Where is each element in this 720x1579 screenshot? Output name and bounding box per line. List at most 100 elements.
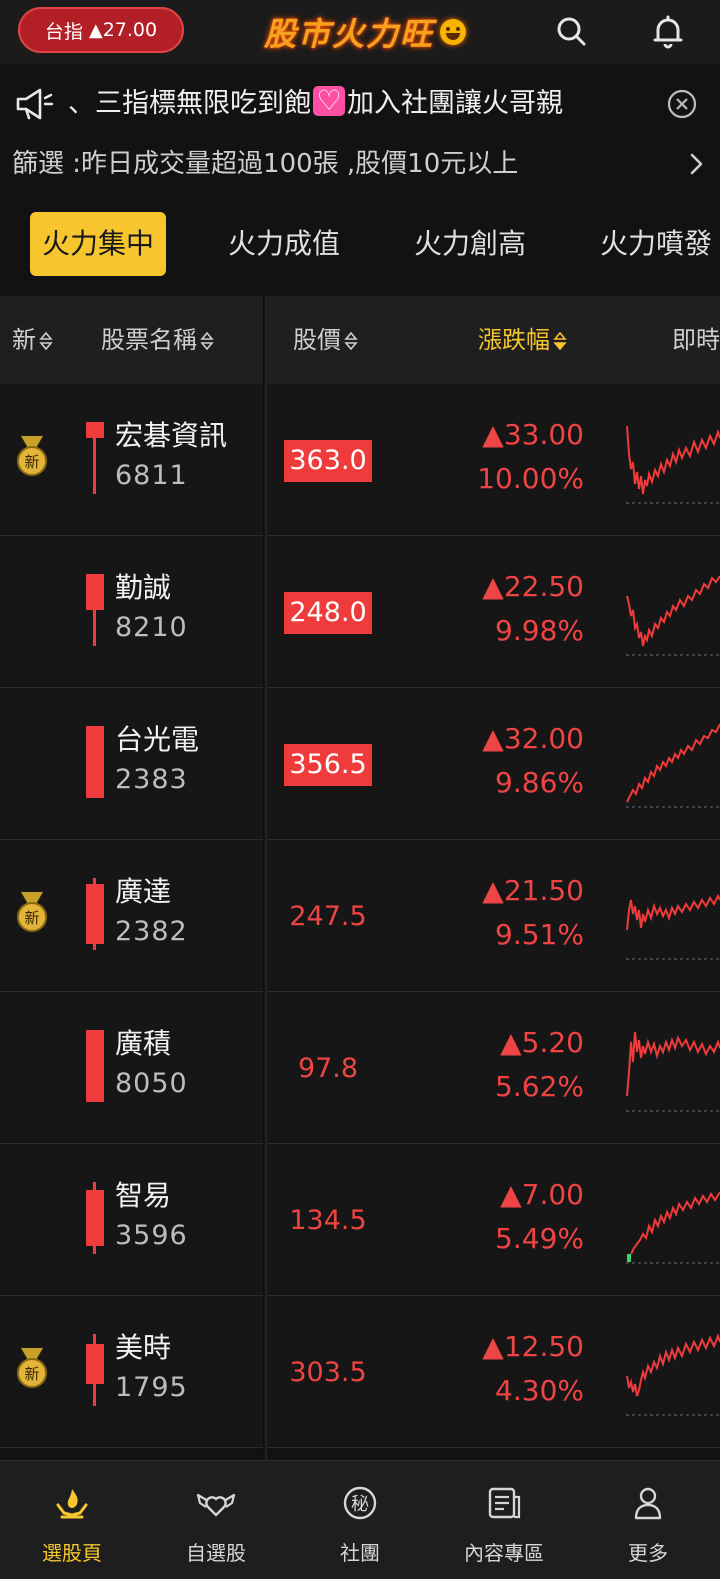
candle-icon: [84, 1334, 106, 1406]
tab-firepower-value[interactable]: 火力成值: [228, 212, 340, 276]
candle-icon: [84, 1182, 106, 1254]
stock-change: ▲5.20: [500, 1026, 584, 1059]
intraday-sparkline: [626, 1031, 720, 1112]
table-row[interactable]: 廣積 8050 97.8 ▲5.20 5.62%: [0, 992, 720, 1144]
stock-name: 勤誠: [115, 571, 172, 604]
secret-badge-glyph: 秘: [351, 1494, 369, 1515]
secret-badge-icon: 秘: [343, 1486, 377, 1520]
index-pill[interactable]: 台指 ▲27.00: [18, 7, 184, 53]
table-row[interactable]: 台光電 2383 356.5 ▲32.00 9.86%: [0, 688, 720, 840]
filter-text: 篩選 :昨日成交量超過100張 ,股價10元以上: [12, 149, 519, 179]
nav-stock-picker[interactable]: 選股頁: [0, 1461, 144, 1579]
stock-price: 247.5: [289, 901, 367, 932]
sort-icon: [39, 331, 53, 351]
table-row[interactable]: 新 宏碁資訊 6811 363.0 ▲33.00 10.00%: [0, 384, 720, 536]
nav-watchlist[interactable]: 自選股: [144, 1461, 288, 1579]
header-change[interactable]: 漲跌幅: [478, 296, 567, 384]
index-change: ▲27.00: [89, 19, 157, 41]
table-header: 新 股票名稱 股價 漲跌幅 即時: [0, 296, 720, 384]
header-realtime[interactable]: 即時: [672, 296, 720, 384]
announcement-bar[interactable]: 、三指標無限吃到飽 加入社團讓火哥親: [0, 74, 720, 136]
stock-code: 3596: [115, 1220, 188, 1251]
intraday-sparkline: [626, 575, 720, 656]
stock-change: ▲32.00: [482, 722, 584, 755]
intraday-sparkline: [626, 1191, 720, 1264]
new-medal-icon: 新: [17, 436, 47, 476]
header-new[interactable]: 新: [12, 296, 53, 384]
flame-hands-icon: [56, 1489, 88, 1519]
new-medal-text: 新: [24, 1365, 39, 1383]
stock-code: 2382: [115, 916, 188, 947]
up-triangle-icon: ▲: [88, 20, 103, 41]
nav-more[interactable]: 更多: [576, 1461, 720, 1579]
stock-change-pct: 5.62%: [495, 1070, 584, 1103]
stock-price: 134.5: [289, 1205, 367, 1236]
stock-change-pct: 9.51%: [495, 918, 584, 951]
tab-firepower-high[interactable]: 火力創高: [414, 212, 526, 276]
nav-content[interactable]: 內容專區: [432, 1461, 576, 1579]
stock-code: 1795: [115, 1372, 188, 1403]
intraday-sparkline: [626, 723, 720, 808]
announcement-text-end: 加入社團讓火哥親: [347, 88, 563, 119]
stock-name: 智易: [115, 1179, 172, 1212]
tab-firepower-burst[interactable]: 火力噴發: [600, 212, 712, 276]
stock-price: 97.8: [297, 1053, 359, 1084]
sort-desc-icon: [553, 331, 567, 351]
table-row[interactable]: 新 廣達 2382 247.5 ▲21.50 9.51%: [0, 840, 720, 992]
stock-name: 廣達: [115, 875, 172, 908]
person-icon: [634, 1487, 662, 1520]
index-label: 台指: [44, 20, 83, 43]
new-medal-icon: 新: [17, 892, 47, 932]
header-name-label: 股票名稱: [101, 326, 197, 354]
stock-change: ▲7.00: [500, 1178, 584, 1211]
stock-price: 248.0: [284, 592, 372, 634]
header-price[interactable]: 股價: [293, 296, 358, 384]
heart-icon: [313, 84, 345, 121]
bell-icon[interactable]: [648, 12, 688, 52]
sort-icon: [344, 331, 358, 351]
tab-firepower-focus[interactable]: 火力集中: [30, 212, 167, 276]
stock-code: 6811: [115, 460, 188, 491]
stock-code: 2383: [115, 764, 188, 795]
candle-icon: [84, 422, 106, 494]
app-root: 台指 ▲27.00 股市火力旺 、三指標無限吃到飽 加入社團讓火哥親: [0, 0, 720, 1579]
frozen-column-divider: [263, 296, 267, 1460]
stock-change: ▲21.50: [482, 874, 584, 907]
candle-icon: [84, 726, 106, 798]
header-name[interactable]: 股票名稱: [101, 296, 214, 384]
nav-label: 內容專區: [464, 1541, 544, 1565]
stock-price: 363.0: [284, 440, 372, 482]
nav-community[interactable]: 秘 社團: [288, 1461, 432, 1579]
winged-heart-icon: [196, 1493, 236, 1517]
filter-bar[interactable]: 篩選 :昨日成交量超過100張 ,股價10元以上: [0, 140, 720, 188]
stock-price: 303.5: [289, 1357, 367, 1388]
stock-name: 台光電: [115, 723, 200, 756]
candle-icon: [84, 1030, 106, 1102]
chevron-right-icon[interactable]: [684, 150, 708, 178]
new-medal-text: 新: [24, 453, 39, 471]
smiley-icon: [440, 19, 466, 45]
stock-change: ▲12.50: [482, 1330, 584, 1363]
close-icon[interactable]: [666, 88, 698, 120]
stock-change-pct: 5.49%: [495, 1222, 584, 1255]
announcement-text: 、三指標無限吃到飽 加入社團讓火哥親: [68, 84, 658, 124]
table-row[interactable]: 新 美時 1795 303.5 ▲12.50 4.30%: [0, 1296, 720, 1448]
new-medal-icon: 新: [17, 1348, 47, 1388]
announcement-text-start: 、三指標無限吃到飽: [68, 88, 311, 119]
table-row[interactable]: 勤誠 8210 248.0 ▲22.50 9.98%: [0, 536, 720, 688]
stock-change-pct: 9.86%: [495, 766, 584, 799]
app-logo: 股市火力旺: [245, 10, 485, 54]
table-row[interactable]: 智易 3596 134.5 ▲7.00 5.49%: [0, 1144, 720, 1296]
sort-icon: [200, 331, 214, 351]
stock-name: 美時: [115, 1331, 172, 1364]
header-realtime-label: 即時: [672, 326, 720, 354]
nav-label: 自選股: [186, 1541, 246, 1565]
stock-change-pct: 10.00%: [477, 462, 584, 495]
megaphone-icon: [16, 88, 54, 120]
nav-label: 選股頁: [42, 1541, 102, 1565]
top-bar: 台指 ▲27.00 股市火力旺: [0, 0, 720, 64]
intraday-sparkline: [626, 893, 720, 960]
stock-price: 356.5: [284, 744, 372, 786]
search-icon[interactable]: [552, 12, 592, 52]
stock-change-pct: 9.98%: [495, 614, 584, 647]
